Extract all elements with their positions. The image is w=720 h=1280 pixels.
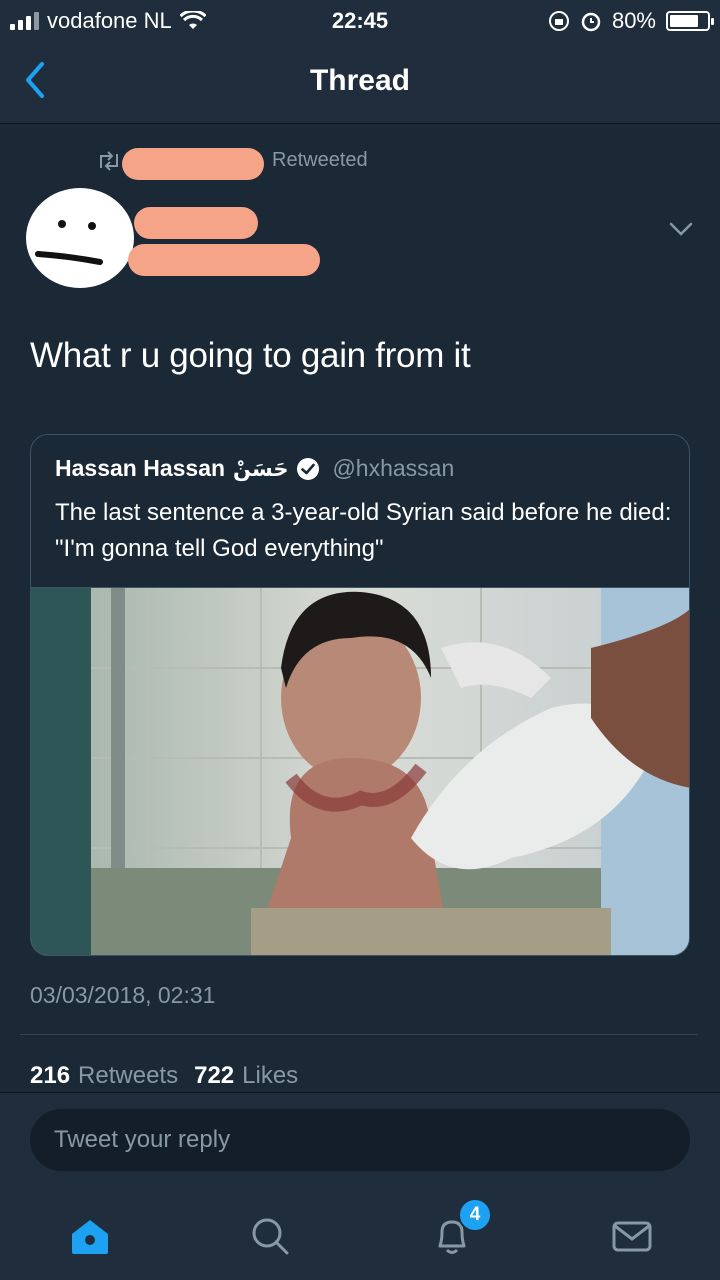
divider (20, 1034, 698, 1035)
nav-bar: Thread (0, 40, 720, 124)
quoted-tweet-text: The last sentence a 3-year-old Syrian sa… (55, 499, 672, 562)
tab-home[interactable] (62, 1208, 118, 1264)
battery-percent: 80% (611, 8, 656, 33)
home-icon (72, 1220, 108, 1254)
quoted-tweet-card[interactable]: Hassan Hassan حَسَنْ @hxhassan The last … (30, 434, 690, 956)
retweet-label: Retweeted (272, 149, 368, 171)
page-title: Thread (309, 64, 411, 97)
avatar[interactable] (26, 188, 134, 288)
quoted-author-name-arabic: حَسَنْ (233, 456, 289, 481)
status-right: 80% (548, 8, 714, 34)
tab-search[interactable] (242, 1208, 298, 1264)
redacted-author-name (134, 207, 258, 239)
mail-icon (612, 1221, 652, 1252)
tweet-stats: 216 Retweets 722 Likes (30, 1062, 298, 1090)
rotation-lock-icon (548, 11, 569, 31)
likes-label[interactable]: Likes (242, 1062, 298, 1090)
alarm-icon (581, 12, 601, 32)
retweet-indicator (96, 146, 122, 176)
tweet-options-button[interactable] (666, 216, 696, 242)
tab-messages[interactable] (604, 1208, 660, 1264)
retweet-icon (100, 151, 118, 171)
redacted-retweeter-name (122, 148, 264, 180)
reply-input[interactable] (30, 1109, 690, 1171)
chevron-down-icon (669, 222, 693, 236)
tab-bar (0, 1190, 720, 1280)
tweet-timestamp: 03/03/2018, 02:31 (30, 982, 216, 1008)
photo-image (31, 588, 689, 955)
verified-badge-icon (297, 457, 320, 480)
quoted-author-handle: @hxhassan (332, 455, 455, 481)
status-bar: vodafone NL 22:45 80% (0, 0, 720, 40)
tweet-text: What r u going to gain from it (30, 336, 471, 375)
battery-icon (666, 11, 714, 31)
likes-count[interactable]: 722 (194, 1062, 234, 1090)
notifications-badge: 4 (458, 1198, 492, 1232)
redacted-author-handle (128, 244, 320, 276)
reply-bar (0, 1092, 720, 1190)
quoted-tweet-header: Hassan Hassan حَسَنْ @hxhassan (55, 455, 454, 482)
search-icon (252, 1218, 289, 1255)
retweets-count[interactable]: 216 (30, 1062, 70, 1090)
quoted-author-name: Hassan Hassan (55, 455, 226, 481)
face-drawing-icon (35, 220, 103, 265)
quoted-tweet-photo[interactable] (31, 587, 689, 955)
retweets-label[interactable]: Retweets (78, 1062, 178, 1090)
